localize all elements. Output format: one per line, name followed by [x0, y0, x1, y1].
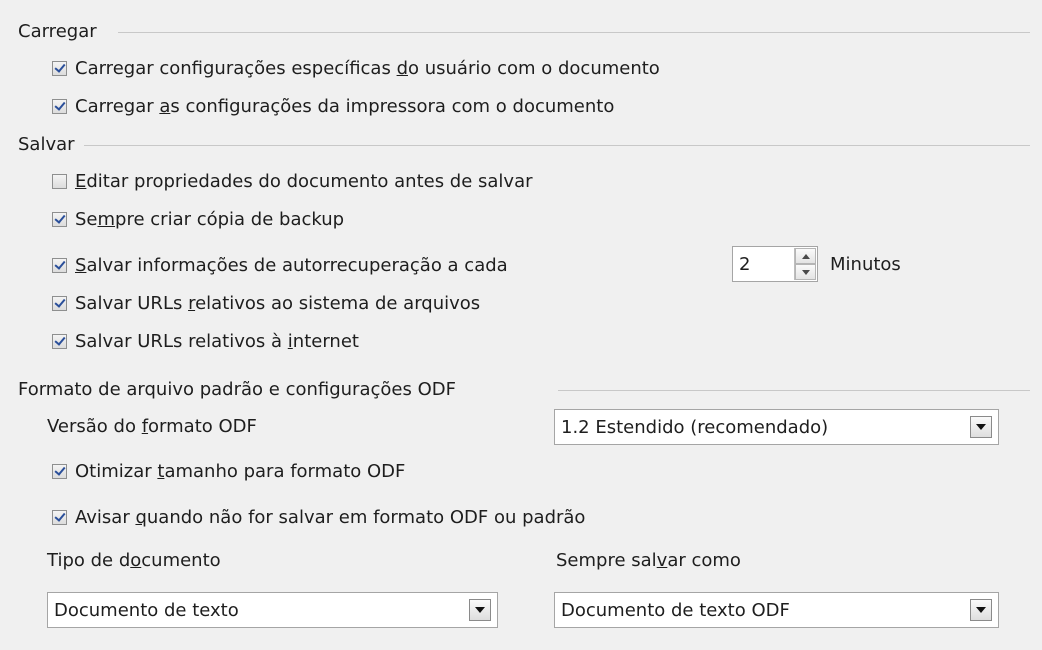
spin-down-button[interactable] [795, 264, 816, 280]
load-printer-settings-label: Carregar as configurações da impressora … [75, 95, 615, 117]
checkbox-row-optimize[interactable]: Otimizar tamanho para formato ODF [52, 459, 405, 483]
section-divider-save [84, 145, 1030, 146]
spin-up-button[interactable] [795, 248, 816, 264]
always-save-label: Sempre salvar como [556, 550, 741, 571]
warn-checkbox[interactable] [52, 509, 67, 525]
doc-type-value: Documento de texto [54, 599, 239, 621]
checkbox-row-autorecovery[interactable]: Salvar informações de autorrecuperação a… [52, 253, 508, 277]
load-user-settings-label: Carregar configurações específicas do us… [75, 57, 660, 79]
autorecovery-minutes-spinbox[interactable]: 2 [732, 246, 818, 282]
doc-type-label: Tipo de documento [47, 550, 221, 571]
section-title-format: Formato de arquivo padrão e configuraçõe… [18, 379, 456, 400]
backup-checkbox[interactable] [52, 211, 67, 227]
warn-label: Avisar quando não for salvar em formato … [75, 506, 586, 528]
chevron-down-icon [475, 607, 485, 613]
spin-buttons [794, 248, 816, 280]
chevron-down-icon [976, 607, 986, 613]
odf-version-dropdown[interactable]: 1.2 Estendido (recomendado) [554, 409, 999, 445]
checkbox-row-load-printer-settings[interactable]: Carregar as configurações da impressora … [52, 94, 614, 118]
odf-version-dropdown-button[interactable] [970, 416, 992, 438]
checkbox-row-load-user-settings[interactable]: Carregar configurações específicas do us… [52, 56, 660, 80]
autorecovery-minutes-value[interactable]: 2 [733, 254, 794, 275]
arrow-up-icon [801, 253, 810, 259]
always-save-dropdown-button[interactable] [970, 599, 992, 621]
odf-version-value: 1.2 Estendido (recomendado) [561, 416, 829, 438]
odf-version-label: Versão do formato ODF [47, 416, 257, 437]
relative-fs-label: Salvar URLs relativos ao sistema de arqu… [75, 292, 481, 314]
load-user-settings-checkbox[interactable] [52, 60, 67, 76]
autorecovery-minutes-unit: Minutos [830, 254, 901, 275]
checkbox-row-relative-fs[interactable]: Salvar URLs relativos ao sistema de arqu… [52, 291, 480, 315]
load-printer-settings-checkbox[interactable] [52, 98, 67, 114]
autorecovery-checkbox[interactable] [52, 257, 67, 273]
autorecovery-label: Salvar informações de autorrecuperação a… [75, 254, 508, 276]
relative-web-checkbox[interactable] [52, 333, 67, 349]
relative-web-label: Salvar URLs relativos à internet [75, 330, 359, 352]
checkbox-row-relative-web[interactable]: Salvar URLs relativos à internet [52, 329, 359, 353]
always-save-value: Documento de texto ODF [561, 599, 790, 621]
backup-label: Sempre criar cópia de backup [75, 208, 345, 230]
checkbox-row-backup[interactable]: Sempre criar cópia de backup [52, 207, 344, 231]
checkbox-row-warn[interactable]: Avisar quando não for salvar em formato … [52, 505, 585, 529]
optimize-label: Otimizar tamanho para formato ODF [75, 460, 406, 482]
arrow-down-icon [801, 269, 810, 275]
section-title-save: Salvar [18, 134, 75, 155]
edit-props-checkbox[interactable] [52, 173, 67, 189]
section-divider-format [558, 390, 1030, 391]
checkbox-row-edit-props[interactable]: Editar propriedades do documento antes d… [52, 169, 533, 193]
section-title-load: Carregar [18, 21, 97, 42]
always-save-dropdown[interactable]: Documento de texto ODF [554, 592, 999, 628]
doc-type-dropdown[interactable]: Documento de texto [47, 592, 498, 628]
chevron-down-icon [976, 424, 986, 430]
relative-fs-checkbox[interactable] [52, 295, 67, 311]
doc-type-dropdown-button[interactable] [469, 599, 491, 621]
section-divider-load [118, 32, 1030, 33]
optimize-checkbox[interactable] [52, 463, 67, 479]
edit-props-label: Editar propriedades do documento antes d… [75, 170, 533, 192]
